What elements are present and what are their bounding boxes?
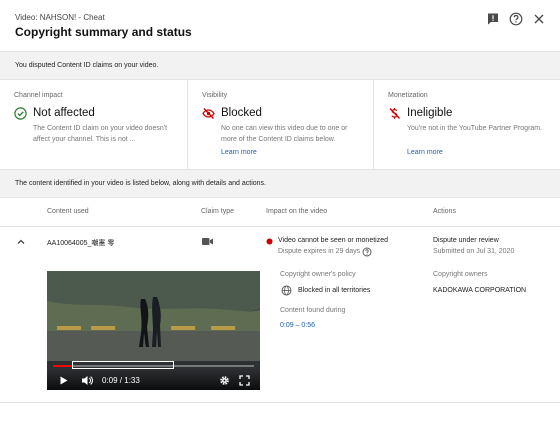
help-icon[interactable] xyxy=(508,11,524,27)
copyright-dialog: Video: NAHSON! - Cheat Copyright summary… xyxy=(0,0,560,438)
visibility-status: Blocked xyxy=(221,107,262,119)
policy-value: Blocked in all territories xyxy=(298,287,371,294)
claimed-segment-marker xyxy=(72,361,174,369)
found-during-time-range-link[interactable]: 0:09 – 0:56 xyxy=(280,322,315,329)
dispute-notice-text: You disputed Content ID claims on your v… xyxy=(15,62,159,69)
dialog-header: Video: NAHSON! - Cheat Copyright summary… xyxy=(0,0,560,52)
monetization-learn-more-link[interactable]: Learn more xyxy=(407,149,443,156)
content-info-text: The content identified in your video is … xyxy=(15,180,266,187)
table-header-divider xyxy=(0,226,560,227)
channel-impact-status: Not affected xyxy=(33,107,95,119)
monetization-description: You're not in the YouTube Partner Progra… xyxy=(407,125,543,132)
visibility-description: No one can view this video due to one or… xyxy=(221,125,348,143)
blocked-status-dot xyxy=(266,238,273,245)
collapse-chevron-icon[interactable] xyxy=(15,236,27,248)
column-header-claim-type: Claim type xyxy=(201,208,235,215)
channel-impact-card: Channel impact Not affected The Content … xyxy=(0,80,187,170)
playback-time: 0:09 / 1:33 xyxy=(102,376,140,385)
feedback-icon[interactable] xyxy=(485,11,501,27)
status-columns: Channel impact Not affected The Content … xyxy=(0,80,560,170)
settings-gear-icon[interactable] xyxy=(219,375,230,386)
visibility-learn-more-link[interactable]: Learn more xyxy=(221,149,257,156)
dispute-expiry-text: Dispute expires in 29 days xyxy=(278,248,361,255)
column-header-impact: Impact on the video xyxy=(266,208,328,215)
visibility-label: Visibility xyxy=(202,92,228,99)
channel-impact-label: Channel impact xyxy=(14,92,63,99)
monetization-status: Ineligible xyxy=(407,107,453,119)
visibility-card: Visibility Blocked No one can view this … xyxy=(187,80,373,170)
row-bottom-divider xyxy=(0,402,560,403)
volume-icon[interactable] xyxy=(81,375,93,386)
channel-impact-description: The Content ID claim on your video doesn… xyxy=(33,125,168,143)
help-icon[interactable] xyxy=(362,247,372,257)
check-circle-icon xyxy=(14,107,27,120)
progress-track[interactable] xyxy=(53,361,254,369)
no-money-icon xyxy=(388,107,401,120)
content-info-bar: The content identified in your video is … xyxy=(0,170,560,198)
dialog-title: Copyright summary and status xyxy=(15,25,192,39)
column-header-content-used: Content used xyxy=(47,208,89,215)
eye-off-icon xyxy=(202,107,215,120)
close-icon[interactable] xyxy=(531,11,547,27)
video-player[interactable]: 0:09 / 1:33 xyxy=(47,271,260,390)
copyright-owner-value: KADOKAWA CORPORATION xyxy=(433,287,527,294)
progress-fill xyxy=(53,365,73,367)
play-icon[interactable] xyxy=(59,376,68,385)
dispute-notice: You disputed Content ID claims on your v… xyxy=(0,52,560,80)
player-controls: 0:09 / 1:33 xyxy=(47,361,260,390)
video-camera-icon xyxy=(201,236,214,247)
content-id-value: AA10064005_嘲憲 零 xyxy=(47,240,115,247)
column-header-actions: Actions xyxy=(433,208,456,215)
globe-icon xyxy=(281,285,292,296)
dispute-status: Dispute under review xyxy=(433,237,499,244)
monetization-card: Monetization Ineligible You're not in th… xyxy=(373,80,560,170)
impact-value: Video cannot be seen or monetized xyxy=(278,237,389,244)
copyright-owners-label: Copyright owners xyxy=(433,271,488,278)
video-name: Video: NAHSON! - Cheat xyxy=(15,13,105,22)
policy-label: Copyright owner's policy xyxy=(280,271,356,278)
found-during-label: Content found during xyxy=(280,307,346,314)
monetization-label: Monetization xyxy=(388,92,428,99)
fullscreen-icon[interactable] xyxy=(239,375,250,386)
dispute-submitted-date: Submitted on Jul 31, 2020 xyxy=(433,248,515,255)
